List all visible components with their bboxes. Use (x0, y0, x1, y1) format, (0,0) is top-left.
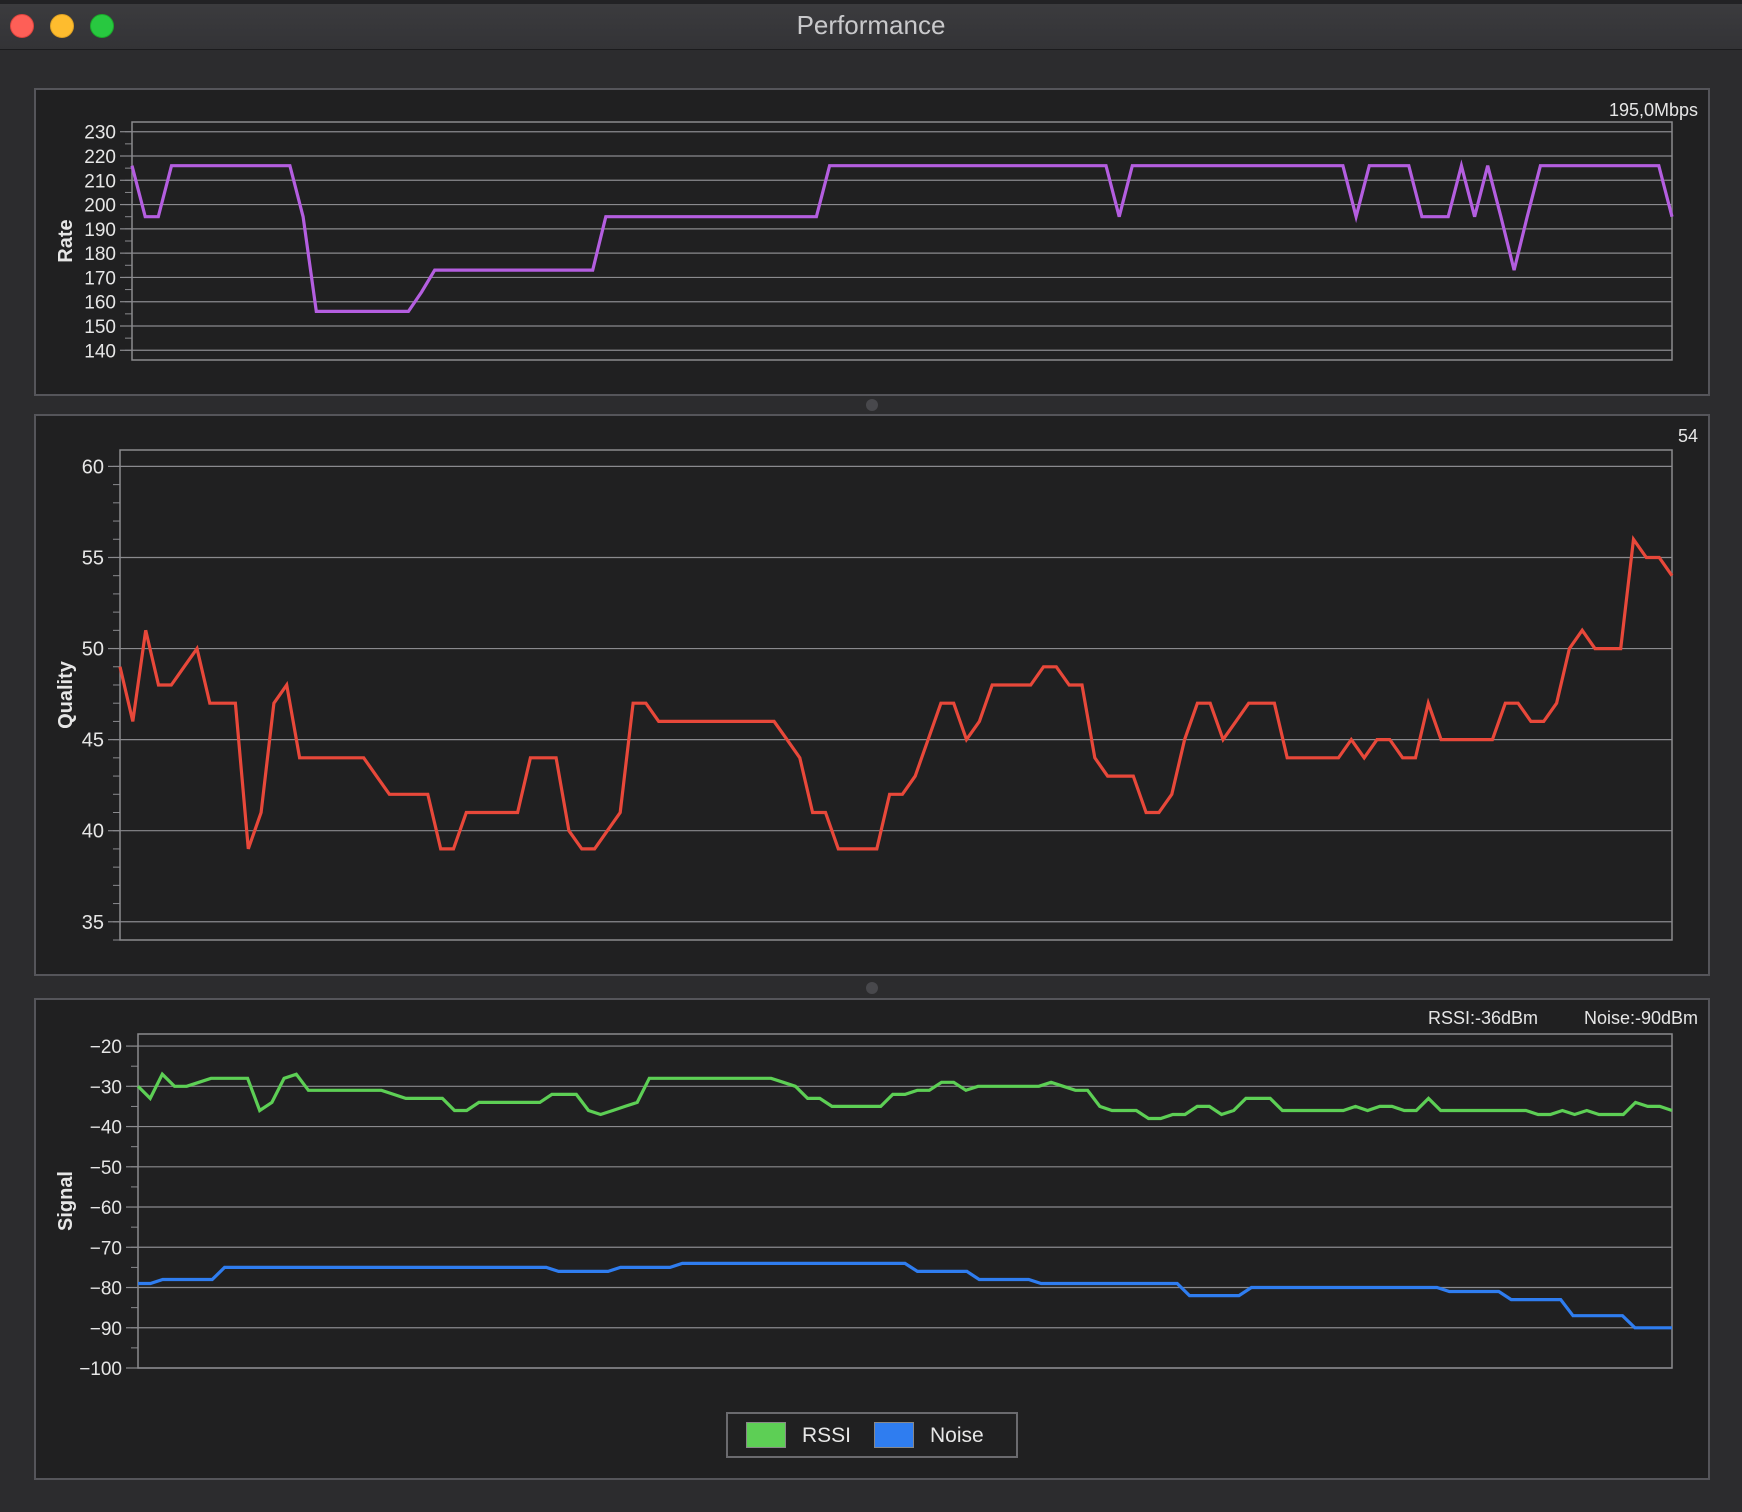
y-tick-label: 190 (84, 220, 116, 241)
y-tick-label: −40 (90, 1118, 122, 1139)
series-line-rssi (136, 1071, 1673, 1121)
y-tick-label: 60 (82, 456, 104, 478)
plot-frame (137, 1033, 1673, 1369)
y-tick-label: −20 (90, 1037, 122, 1058)
y-tick-label: 150 (84, 317, 116, 338)
y-tick-label: 45 (82, 730, 104, 752)
signal-panel: RSSI:-36dBm Noise:-90dBm −20 −30 −40 −50 −60… (34, 998, 1710, 1480)
y-tick-label: 200 (84, 196, 116, 217)
y-tick-label: 180 (84, 244, 116, 265)
y-tick-label: −30 (90, 1077, 122, 1098)
rate-chart: 195,0Mbps 140 150 160 170 180 190 200 210 220 230… (55, 100, 1698, 362)
title-bar: Performance (0, 0, 1742, 50)
noise-swatch (874, 1422, 914, 1448)
quality-panel: 54 35 40 45 50 55 60 Quality (34, 414, 1710, 976)
y-tick-label: 170 (84, 268, 116, 289)
noise-readout: Noise:-90dBm (1584, 1008, 1698, 1028)
window-title: Performance (796, 10, 946, 40)
y-axis-label: Rate (55, 219, 77, 262)
performance-window: Performance 195,0Mbps 140 150 160 170 180 190… (0, 0, 1742, 1512)
y-tick-label: 160 (84, 293, 116, 314)
y-tick-label: 55 (82, 547, 104, 569)
quality-chart: 54 35 40 45 50 55 60 Quality (55, 426, 1698, 941)
y-tick-label: 220 (84, 147, 116, 168)
y-tick-label: −50 (90, 1158, 122, 1179)
y-axis-label: Signal (55, 1171, 77, 1231)
y-tick-label: 50 (82, 639, 104, 661)
series-line-quality (118, 534, 1674, 851)
y-tick-label: 210 (84, 171, 116, 192)
y-tick-label: 140 (84, 341, 116, 362)
y-tick-label: 40 (82, 821, 104, 843)
legend-label-noise: Noise (930, 1424, 984, 1447)
plot-frame (119, 449, 1673, 941)
y-axis-label: Quality (55, 660, 77, 729)
y-tick-label: −60 (90, 1198, 122, 1219)
series-line-noise (138, 1261, 1672, 1330)
plot-frame (131, 121, 1673, 361)
y-tick-label: 230 (84, 123, 116, 144)
menu-strip (0, 0, 1742, 4)
y-tick-label: −70 (90, 1238, 122, 1259)
rssi-readout: RSSI:-36dBm (1428, 1008, 1538, 1028)
quality-readout: 54 (1678, 426, 1698, 446)
signal-legend: RSSI Noise (726, 1412, 1018, 1458)
splitter-handle-bottom[interactable] (866, 982, 878, 994)
rate-readout: 195,0Mbps (1609, 100, 1698, 120)
rssi-swatch (746, 1422, 786, 1448)
y-tick-label: −100 (79, 1359, 122, 1380)
series-line-rate (130, 159, 1674, 313)
y-tick-label: −80 (90, 1279, 122, 1300)
rate-panel: 195,0Mbps 140 150 160 170 180 190 200 210 220 230… (34, 88, 1710, 396)
signal-chart: RSSI:-36dBm Noise:-90dBm −20 −30 −40 −50 −60… (55, 1008, 1698, 1380)
y-tick-label: 35 (82, 912, 104, 934)
y-tick-label: −90 (90, 1319, 122, 1340)
legend-label-rssi: RSSI (802, 1424, 852, 1447)
splitter-handle-top[interactable] (866, 399, 878, 411)
